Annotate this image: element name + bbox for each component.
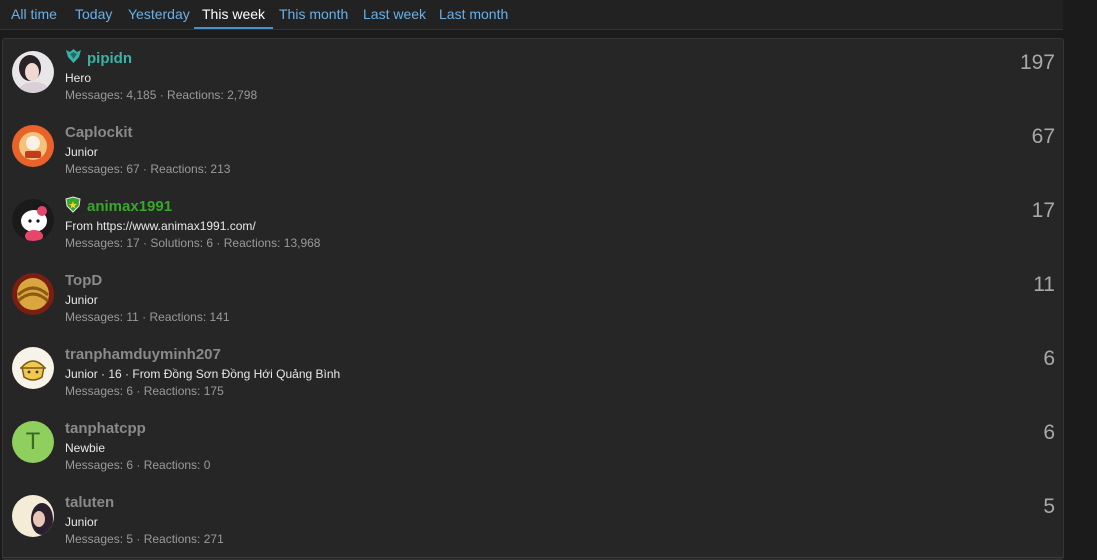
user-title: Junior: [65, 145, 98, 159]
user-stats: Messages: 4,185 · Reactions: 2,798: [65, 88, 258, 102]
message-count: 6: [1043, 421, 1055, 444]
tab-today[interactable]: Today: [75, 0, 112, 27]
user-title: Junior: [65, 515, 98, 529]
message-count: 6: [1043, 347, 1055, 370]
username-link[interactable]: tanphatcpp: [65, 420, 146, 437]
avatar[interactable]: [12, 495, 54, 537]
avatar[interactable]: [12, 273, 54, 315]
username-link[interactable]: TopD: [65, 272, 102, 289]
shield-star-icon: [65, 196, 81, 218]
member-list: pipidn Hero Messages: 4,185 · Reactions:…: [2, 38, 1064, 560]
avatar[interactable]: [12, 125, 54, 167]
avatar[interactable]: [12, 199, 54, 241]
user-title: Newbie: [65, 441, 106, 455]
user-stats: Messages: 67 · Reactions: 213: [65, 162, 231, 176]
time-filter-tabs: All time Today Yesterday This week This …: [0, 0, 1063, 30]
user-title: Junior · 16 · From Đồng Sơn Đồng Hới Quả…: [65, 367, 341, 381]
username-link[interactable]: animax1991: [87, 198, 172, 215]
member-row: T tanphatcpp Newbie Messages: 6 · Reacti…: [3, 409, 1063, 484]
message-count: 17: [1031, 199, 1055, 222]
user-stats: Messages: 11 · Reactions: 141: [65, 310, 230, 324]
tab-last-week[interactable]: Last week: [363, 0, 426, 27]
tab-this-week[interactable]: This week: [194, 0, 274, 29]
wings-crest-icon: [65, 48, 82, 69]
username-link[interactable]: taluten: [65, 494, 114, 511]
member-row: TopD Junior Messages: 11 · Reactions: 14…: [3, 261, 1063, 336]
user-stats: Messages: 6 · Reactions: 175: [65, 384, 224, 398]
username-link[interactable]: Caplockit: [65, 124, 133, 141]
user-title: From https://www.animax1991.com/: [65, 219, 256, 233]
tab-all-time[interactable]: All time: [11, 0, 57, 27]
member-row: tranphamduyminh207 Junior · 16 · From Đồ…: [3, 335, 1063, 410]
user-title: Junior: [65, 293, 98, 307]
username-link[interactable]: pipidn: [87, 50, 132, 67]
user-stats: Messages: 5 · Reactions: 271: [65, 532, 224, 546]
tab-last-month[interactable]: Last month: [439, 0, 508, 27]
user-stats: Messages: 17 · Solutions: 6 · Reactions:…: [65, 236, 321, 250]
username-link[interactable]: tranphamduyminh207: [65, 346, 221, 363]
user-title: Hero: [65, 71, 92, 85]
user-stats: Messages: 6 · Reactions: 0: [65, 458, 211, 472]
avatar[interactable]: [12, 347, 54, 389]
message-count: 67: [1031, 125, 1055, 148]
avatar[interactable]: [12, 51, 54, 93]
tab-this-month[interactable]: This month: [279, 0, 348, 27]
member-row: Caplockit Junior Messages: 67 · Reaction…: [3, 113, 1063, 188]
member-row: animax1991 From https://www.animax1991.c…: [3, 187, 1063, 262]
message-count: 5: [1043, 495, 1055, 518]
message-count: 11: [1033, 273, 1055, 296]
member-row: pipidn Hero Messages: 4,185 · Reactions:…: [3, 39, 1063, 114]
tab-yesterday[interactable]: Yesterday: [128, 0, 190, 27]
message-count: 197: [1019, 51, 1055, 74]
avatar-letter[interactable]: T: [12, 421, 54, 463]
